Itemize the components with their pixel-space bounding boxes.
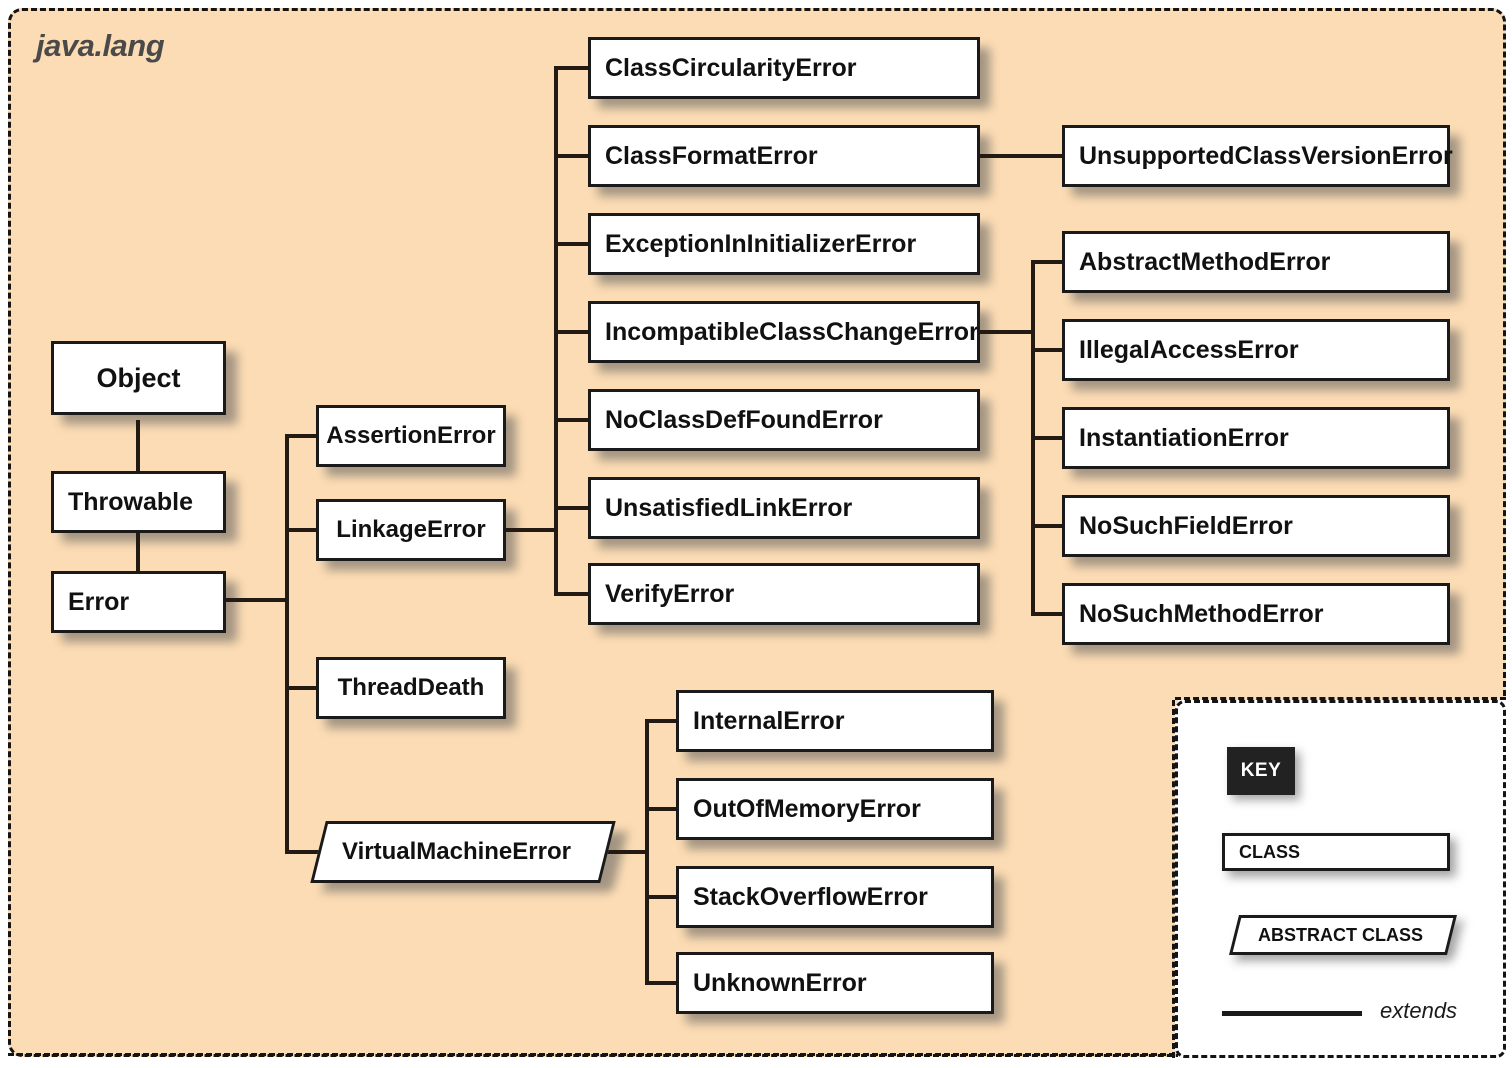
- edge-linkageerror-incompatibleclasschangeerror: [554, 330, 590, 334]
- package-edge-bottom-left: [8, 1053, 1175, 1056]
- class-node-illegalaccesserror[interactable]: IllegalAccessError: [1062, 319, 1450, 381]
- class-label-linkageerror: LinkageError: [336, 516, 486, 543]
- edge-vme-internalerror: [645, 719, 680, 723]
- class-node-linkageerror[interactable]: LinkageError: [316, 499, 506, 561]
- class-label-unsupportedclassversionerror: UnsupportedClassVersionError: [1079, 141, 1453, 170]
- class-node-throwable[interactable]: Throwable: [51, 471, 226, 533]
- class-node-unsatisfiedlinkerror[interactable]: UnsatisfiedLinkError: [588, 477, 980, 539]
- edge-linkageerror-verifyerror: [554, 592, 590, 596]
- class-label-unsatisfiedlinkerror: UnsatisfiedLinkError: [605, 493, 853, 522]
- class-label-stackoverflowerror: StackOverflowError: [693, 882, 928, 911]
- class-label-instantiationerror: InstantiationError: [1079, 423, 1289, 452]
- class-node-incompatibleclasschangeerror[interactable]: IncompatibleClassChangeError: [588, 301, 980, 363]
- class-node-virtualmachineerror[interactable]: VirtualMachineError: [310, 821, 616, 883]
- key-title-badge: KEY: [1227, 747, 1295, 795]
- key-abstract-label: ABSTRACT CLASS: [1258, 924, 1423, 945]
- class-label-verifyerror: VerifyError: [605, 579, 735, 608]
- class-label-illegalaccesserror: IllegalAccessError: [1079, 335, 1299, 364]
- key-class-label: CLASS: [1239, 841, 1301, 862]
- edge-linkageerror-noclassdeffounderror: [554, 418, 590, 422]
- class-node-threaddeath[interactable]: ThreadDeath: [316, 657, 506, 719]
- class-label-classformaterror: ClassFormatError: [605, 141, 818, 170]
- class-label-unknownerror: UnknownError: [693, 968, 867, 997]
- diagram-canvas: java.lang KEY CLASS ABSTRACT CLASS exten…: [0, 0, 1512, 1068]
- key-class-sample: CLASS: [1222, 833, 1450, 871]
- edge-error-threaddeath: [285, 686, 317, 690]
- edge-linkageerror-classcircularityerror: [554, 66, 590, 70]
- edge-linkageerror-unsatisfiedlinkerror: [554, 506, 590, 510]
- edge-incompatibleclasschangeerror-stub: [972, 330, 1034, 334]
- edge-icc-abstractmethoderror: [1031, 260, 1066, 264]
- edge-error-linkageerror: [285, 528, 317, 532]
- class-node-object[interactable]: Object: [51, 341, 226, 415]
- class-label-noclassdeffounderror: NoClassDefFoundError: [605, 405, 883, 434]
- class-node-assertionerror[interactable]: AssertionError: [316, 405, 506, 467]
- class-label-threaddeath: ThreadDeath: [337, 674, 485, 701]
- edge-icc-illegalaccesserror: [1031, 348, 1066, 352]
- class-label-exceptionininitializererror: ExceptionInInitializerError: [605, 229, 917, 258]
- key-abstract-sample: ABSTRACT CLASS: [1229, 915, 1457, 955]
- class-node-nosuchfielderror[interactable]: NoSuchFieldError: [1062, 495, 1450, 557]
- edge-linkageerror-stub: [505, 528, 557, 532]
- edge-linkageerror-classformaterror: [554, 154, 590, 158]
- edge-classformaterror-unsupportedclassversionerror: [972, 154, 1066, 158]
- class-node-abstractmethoderror[interactable]: AbstractMethodError: [1062, 231, 1450, 293]
- package-label: java.lang: [36, 28, 165, 63]
- edge-virtualmachineerror-trunk: [645, 719, 649, 983]
- edge-icc-instantiationerror: [1031, 436, 1066, 440]
- edge-throwable-error: [136, 532, 140, 574]
- class-node-verifyerror[interactable]: VerifyError: [588, 563, 980, 625]
- class-label-object: Object: [96, 362, 181, 393]
- edge-vme-outofmemoryerror: [645, 807, 680, 811]
- class-label-classcircularityerror: ClassCircularityError: [605, 53, 857, 82]
- class-node-unknownerror[interactable]: UnknownError: [676, 952, 994, 1014]
- edge-linkageerror-exceptionininitializererror: [554, 242, 590, 246]
- class-node-noclassdeffounderror[interactable]: NoClassDefFoundError: [588, 389, 980, 451]
- class-node-nosuchmethoderror[interactable]: NoSuchMethodError: [1062, 583, 1450, 645]
- class-node-stackoverflowerror[interactable]: StackOverflowError: [676, 866, 994, 928]
- edge-error-trunk: [285, 434, 289, 853]
- key-extends-line: [1222, 1011, 1362, 1016]
- edge-icc-nosuchmethoderror: [1031, 612, 1066, 616]
- class-node-instantiationerror[interactable]: InstantiationError: [1062, 407, 1450, 469]
- key-extends-label: extends: [1380, 998, 1458, 1023]
- class-label-internalerror: InternalError: [693, 706, 845, 735]
- class-label-nosuchfielderror: NoSuchFieldError: [1079, 511, 1293, 540]
- edge-object-throwable: [136, 420, 140, 475]
- edge-vme-unknownerror: [645, 981, 680, 985]
- class-label-error: Error: [68, 587, 130, 616]
- class-label-abstractmethoderror: AbstractMethodError: [1079, 247, 1331, 276]
- class-label-assertionerror: AssertionError: [326, 422, 496, 449]
- class-node-classformaterror[interactable]: ClassFormatError: [588, 125, 980, 187]
- edge-icc-nosuchfielderror: [1031, 524, 1066, 528]
- class-label-incompatibleclasschangeerror: IncompatibleClassChangeError: [605, 317, 979, 346]
- edge-error-assertionerror: [285, 434, 317, 438]
- class-label-throwable: Throwable: [68, 487, 194, 516]
- class-label-nosuchmethoderror: NoSuchMethodError: [1079, 599, 1324, 628]
- edge-vme-stackoverflowerror: [645, 895, 680, 899]
- class-node-exceptionininitializererror[interactable]: ExceptionInInitializerError: [588, 213, 980, 275]
- class-node-internalerror[interactable]: InternalError: [676, 690, 994, 752]
- class-node-unsupportedclassversionerror[interactable]: UnsupportedClassVersionError: [1062, 125, 1453, 187]
- class-label-virtualmachineerror: VirtualMachineError: [342, 838, 571, 865]
- class-label-outofmemoryerror: OutOfMemoryError: [693, 794, 921, 823]
- class-node-error[interactable]: Error: [51, 571, 226, 633]
- class-node-outofmemoryerror[interactable]: OutOfMemoryError: [676, 778, 994, 840]
- class-node-classcircularityerror[interactable]: ClassCircularityError: [588, 37, 980, 99]
- edge-error-stub: [222, 598, 288, 602]
